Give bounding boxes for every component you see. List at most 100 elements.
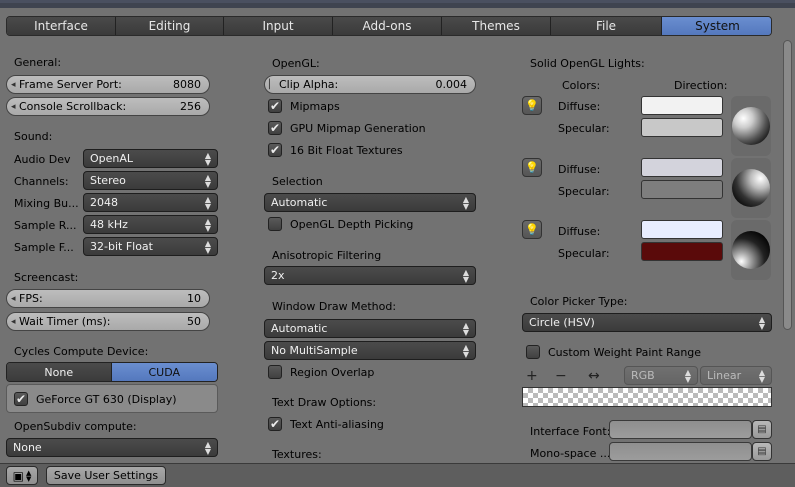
updown-arrows-icon: ▲ ▼ [204, 172, 211, 189]
light-2-specular-label: Specular: [558, 185, 610, 198]
direction-ball-icon [732, 169, 770, 207]
gpu-device-label: GeForce GT 630 (Display) [36, 392, 177, 406]
light-3-diffuse-swatch[interactable] [641, 220, 723, 239]
depth-picking-label: OpenGL Depth Picking [290, 217, 414, 231]
wait-timer-field[interactable]: ◂ Wait Timer (ms): 50 [6, 312, 210, 331]
sample-rate-dropdown[interactable]: 48 kHz ▲ ▼ [83, 215, 218, 234]
folder-icon[interactable]: ▤ [752, 420, 772, 439]
tab-system[interactable]: System [662, 17, 771, 35]
opensubdiv-dropdown[interactable]: None ▲ ▼ [6, 438, 218, 457]
sample-format-label: Sample F... [14, 241, 74, 254]
frame-server-port-field[interactable]: ◂ Frame Server Port: 8080 [6, 75, 210, 94]
multisample-dropdown[interactable]: No MultiSample ▲ ▼ [264, 341, 476, 360]
sample-rate-value: 48 kHz [90, 218, 128, 231]
updown-arrows-icon: ▲ ▼ [462, 320, 469, 337]
interface-font-label: Interface Font: [530, 425, 611, 438]
light-1-toggle[interactable]: 💡 [522, 96, 542, 115]
audio-dev-label: Audio Dev [14, 153, 71, 166]
updown-arrows-icon: ▲ ▼ [462, 194, 469, 211]
ramp-interp-dropdown[interactable]: Linear ▲ ▼ [700, 366, 772, 385]
light-2-specular-swatch[interactable] [641, 180, 723, 199]
editor-type-icon: ▣ [12, 468, 24, 483]
decrement-arrow-icon: ◂ [11, 293, 16, 304]
light-1-diffuse-swatch[interactable] [641, 96, 723, 115]
light-3-diffuse-label: Diffuse: [558, 225, 601, 238]
tab-input[interactable]: Input [224, 17, 333, 35]
flip-ramp-icon[interactable]: ↔ [588, 368, 600, 384]
light-2-direction-sphere[interactable] [731, 158, 771, 218]
lightbulb-icon: 💡 [525, 223, 539, 236]
fps-field[interactable]: ◂ FPS: 10 [6, 289, 210, 308]
depth-picking-checkbox[interactable]: OpenGL Depth Picking [268, 217, 413, 231]
custom-weight-checkbox[interactable]: Custom Weight Paint Range [526, 345, 701, 359]
cycles-cuda-option[interactable]: CUDA [111, 363, 217, 381]
console-scrollback-field[interactable]: ◂ Console Scrollback: 256 [6, 97, 210, 116]
remove-stop-icon[interactable]: − [555, 368, 567, 384]
mipmaps-label: Mipmaps [290, 99, 340, 113]
tab-editing[interactable]: Editing [116, 17, 224, 35]
save-user-settings-button[interactable]: Save User Settings [46, 466, 166, 485]
monospace-font-label: Mono-space ... [530, 447, 611, 460]
tab-file[interactable]: File [551, 17, 662, 35]
check-icon: ✔ [14, 392, 28, 406]
tab-interface[interactable]: Interface [7, 17, 116, 35]
light-2-diffuse-swatch[interactable] [641, 158, 723, 177]
selection-dropdown[interactable]: Automatic ▲ ▼ [264, 193, 476, 212]
sample-format-dropdown[interactable]: 32-bit Float ▲ ▼ [83, 237, 218, 256]
light-1-direction-sphere[interactable] [731, 96, 771, 156]
check-icon: ✔ [268, 121, 282, 135]
text-antialias-checkbox[interactable]: ✔ Text Anti-aliasing [268, 417, 384, 431]
light-3-specular-swatch[interactable] [641, 242, 723, 261]
updown-arrows-icon: ▲ ▼ [684, 367, 691, 384]
color-picker-heading: Color Picker Type: [530, 295, 628, 308]
clip-alpha-label: Clip Alpha: [279, 78, 339, 91]
light-3-toggle[interactable]: 💡 [522, 220, 542, 239]
folder-icon[interactable]: ▤ [752, 442, 772, 461]
mipmaps-checkbox[interactable]: ✔ Mipmaps [268, 99, 340, 113]
window-header-strip [0, 0, 795, 8]
preferences-tabs: Interface Editing Input Add-ons Themes F… [6, 16, 772, 36]
monospace-font-field[interactable] [609, 442, 752, 461]
region-overlap-checkbox[interactable]: Region Overlap [268, 365, 374, 379]
window-draw-heading: Window Draw Method: [272, 300, 397, 313]
direction-heading: Direction: [674, 79, 728, 92]
vertical-scrollbar[interactable] [783, 40, 792, 330]
wait-timer-value: 50 [187, 315, 201, 328]
color-ramp-preview[interactable] [522, 387, 772, 407]
tab-addons[interactable]: Add-ons [333, 17, 442, 35]
color-picker-dropdown[interactable]: Circle (HSV) ▲ ▼ [522, 313, 772, 332]
mixing-buffer-dropdown[interactable]: 2048 ▲ ▼ [83, 193, 218, 212]
lightbulb-icon: 💡 [525, 161, 539, 174]
gpu-device-checkbox[interactable]: ✔ GeForce GT 630 (Display) [14, 392, 177, 406]
add-stop-icon[interactable]: + [526, 368, 538, 384]
light-3-direction-sphere[interactable] [731, 220, 771, 280]
channels-dropdown[interactable]: Stereo ▲ ▼ [83, 171, 218, 190]
interface-font-field[interactable] [609, 420, 752, 439]
updown-arrows-icon: ▲ ▼ [25, 468, 32, 483]
frame-server-port-label: Frame Server Port: [19, 78, 122, 91]
window-draw-dropdown[interactable]: Automatic ▲ ▼ [264, 319, 476, 338]
updown-arrows-icon: ▲ ▼ [204, 150, 211, 167]
audio-dev-dropdown[interactable]: OpenAL ▲ ▼ [83, 149, 218, 168]
slider-edge-icon: ▏ [269, 79, 276, 90]
light-2-toggle[interactable]: 💡 [522, 158, 542, 177]
opensubdiv-heading: OpenSubdiv compute: [14, 420, 137, 433]
color-picker-value: Circle (HSV) [529, 316, 595, 329]
unchecked-box-icon [526, 345, 540, 359]
cycles-none-option[interactable]: None [7, 363, 112, 381]
float-textures-checkbox[interactable]: ✔ 16 Bit Float Textures [268, 143, 403, 157]
gpu-mipmap-checkbox[interactable]: ✔ GPU Mipmap Generation [268, 121, 426, 135]
opengl-heading: OpenGL: [272, 57, 320, 70]
updown-arrows-icon: ▲ ▼ [204, 439, 211, 456]
fps-label: FPS: [19, 292, 43, 305]
float-textures-label: 16 Bit Float Textures [290, 143, 403, 157]
ramp-mode-dropdown[interactable]: RGB ▲ ▼ [624, 366, 698, 385]
lightbulb-icon: 💡 [525, 99, 539, 112]
clip-alpha-field[interactable]: ▏ Clip Alpha: 0.004 [264, 75, 476, 94]
light-1-specular-swatch[interactable] [641, 118, 723, 137]
sound-heading: Sound: [14, 130, 53, 143]
aniso-dropdown[interactable]: 2x ▲ ▼ [264, 266, 476, 285]
editor-type-button[interactable]: ▣ ▲ ▼ [6, 466, 38, 485]
decrement-arrow-icon: ◂ [11, 79, 16, 90]
tab-themes[interactable]: Themes [442, 17, 551, 35]
